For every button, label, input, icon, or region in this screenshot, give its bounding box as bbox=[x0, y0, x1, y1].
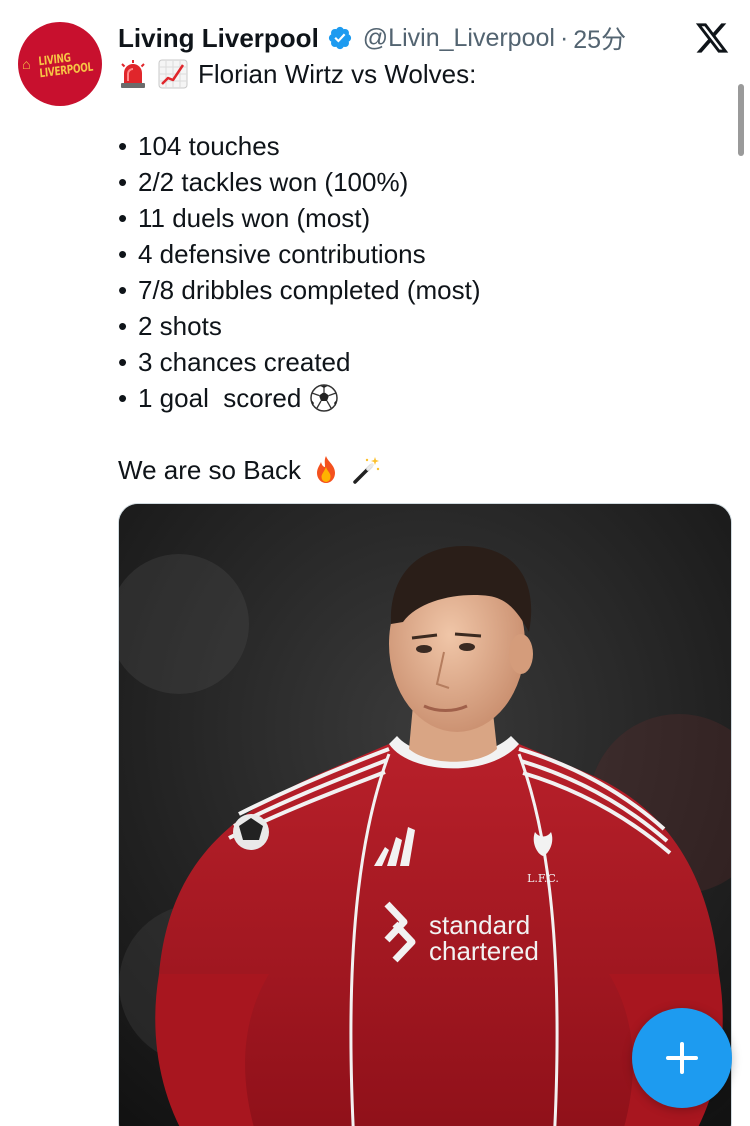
magic-wand-emoji-icon bbox=[353, 457, 380, 484]
scrollbar-thumb[interactable] bbox=[738, 84, 744, 156]
list-item: 11 duels won (most) bbox=[118, 200, 728, 236]
closing-row: We are so Back bbox=[118, 452, 728, 488]
avatar[interactable]: ⌂ LIVING LIVERPOOL bbox=[18, 22, 102, 106]
list-item: 104 touches bbox=[118, 128, 728, 164]
x-logo-icon[interactable] bbox=[694, 20, 730, 56]
soccer-ball-emoji-icon bbox=[310, 384, 339, 412]
sponsor-line-2: chartered bbox=[429, 936, 539, 966]
headline-row: Florian Wirtz vs Wolves: bbox=[118, 56, 728, 92]
closing-text: We are so Back bbox=[118, 455, 302, 485]
tweet-text: Florian Wirtz vs Wolves: 104 touches 2/2… bbox=[118, 56, 728, 488]
separator-dot: · bbox=[559, 23, 569, 52]
crest-text: L.F.C. bbox=[527, 872, 559, 885]
liver-bird-logo-icon: ⌂ bbox=[22, 56, 31, 72]
stats-list: 104 touches 2/2 tackles won (100%) 11 du… bbox=[118, 128, 728, 416]
list-item: 2 shots bbox=[118, 308, 728, 344]
avatar-logo-text: LIVING LIVERPOOL bbox=[37, 49, 93, 80]
display-name[interactable]: Living Liverpool bbox=[118, 23, 319, 54]
chart-increasing-emoji-icon bbox=[158, 59, 188, 89]
headline-text: Florian Wirtz vs Wolves: bbox=[198, 59, 477, 89]
tweet-header: Living Liverpool @Livin_Liverpool · 25分 bbox=[118, 18, 730, 58]
plus-icon bbox=[666, 1042, 698, 1074]
verified-badge-icon bbox=[328, 26, 351, 50]
list-item: 4 defensive contributions bbox=[118, 236, 728, 272]
tweet[interactable]: ⌂ LIVING LIVERPOOL Living Liverpool @Liv… bbox=[0, 0, 750, 1126]
list-item-goal-text: 1 goal scored bbox=[138, 383, 302, 413]
list-item-goal: 1 goal scored bbox=[118, 380, 728, 416]
list-item: 3 chances created bbox=[118, 344, 728, 380]
author-handle[interactable]: @Livin_Liverpool bbox=[363, 24, 555, 53]
compose-button[interactable] bbox=[632, 1008, 732, 1108]
list-item: 7/8 dribbles completed (most) bbox=[118, 272, 728, 308]
list-item: 2/2 tackles won (100%) bbox=[118, 164, 728, 200]
timestamp[interactable]: 25分 bbox=[573, 20, 626, 56]
siren-emoji-icon bbox=[121, 60, 145, 88]
fire-emoji-icon bbox=[317, 456, 336, 483]
